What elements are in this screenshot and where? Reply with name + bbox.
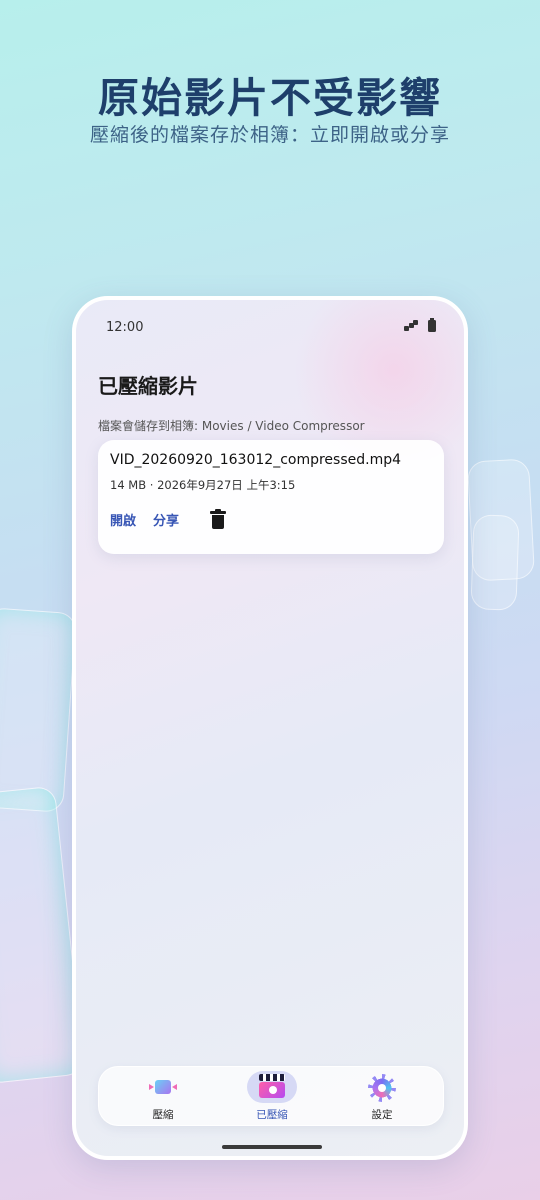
decor-glass-pane <box>470 514 520 611</box>
home-indicator[interactable] <box>222 1145 322 1149</box>
compress-icon <box>148 1078 178 1096</box>
trash-icon[interactable] <box>210 509 227 529</box>
share-button[interactable]: 分享 <box>153 510 179 529</box>
nav-label-settings: 設定 <box>371 1109 393 1121</box>
nav-item-settings[interactable]: 設定 <box>342 1067 422 1127</box>
battery-icon <box>428 318 436 332</box>
compressed-file-card: VID_20260920_163012_compressed.mp4 14 MB… <box>98 440 444 554</box>
nav-item-compress[interactable]: 壓縮 <box>123 1067 203 1127</box>
nav-item-compressed[interactable]: 已壓縮 <box>232 1067 312 1127</box>
status-time: 12:00 <box>106 320 144 335</box>
page-title: 已壓縮影片 <box>98 374 198 398</box>
file-actions: 開啟 分享 <box>110 509 227 529</box>
nav-label-compressed: 已壓縮 <box>256 1109 288 1121</box>
nav-label-compress: 壓縮 <box>152 1109 174 1121</box>
hero-subtitle: 壓縮後的檔案存於相簿：立即開啟或分享 <box>89 124 450 146</box>
bottom-navigation: 壓縮 已壓縮 設定 <box>98 1066 444 1126</box>
open-button[interactable]: 開啟 <box>110 510 136 529</box>
file-meta: 14 MB · 2026年9月27日 上午3:15 <box>110 478 296 492</box>
signal-icon <box>404 320 418 332</box>
phone-frame: 12:00 已壓縮影片 檔案會儲存到相簿: Movies / Video Com… <box>72 296 468 1160</box>
hero-title: 原始影片不受影響 <box>98 74 442 122</box>
file-name: VID_20260920_163012_compressed.mp4 <box>110 452 402 468</box>
status-icons <box>404 318 436 332</box>
gear-icon <box>370 1076 394 1100</box>
save-location-note: 檔案會儲存到相簿: Movies / Video Compressor <box>98 419 365 433</box>
clapperboard-icon <box>259 1074 285 1098</box>
decor-glass-pane <box>0 607 77 813</box>
